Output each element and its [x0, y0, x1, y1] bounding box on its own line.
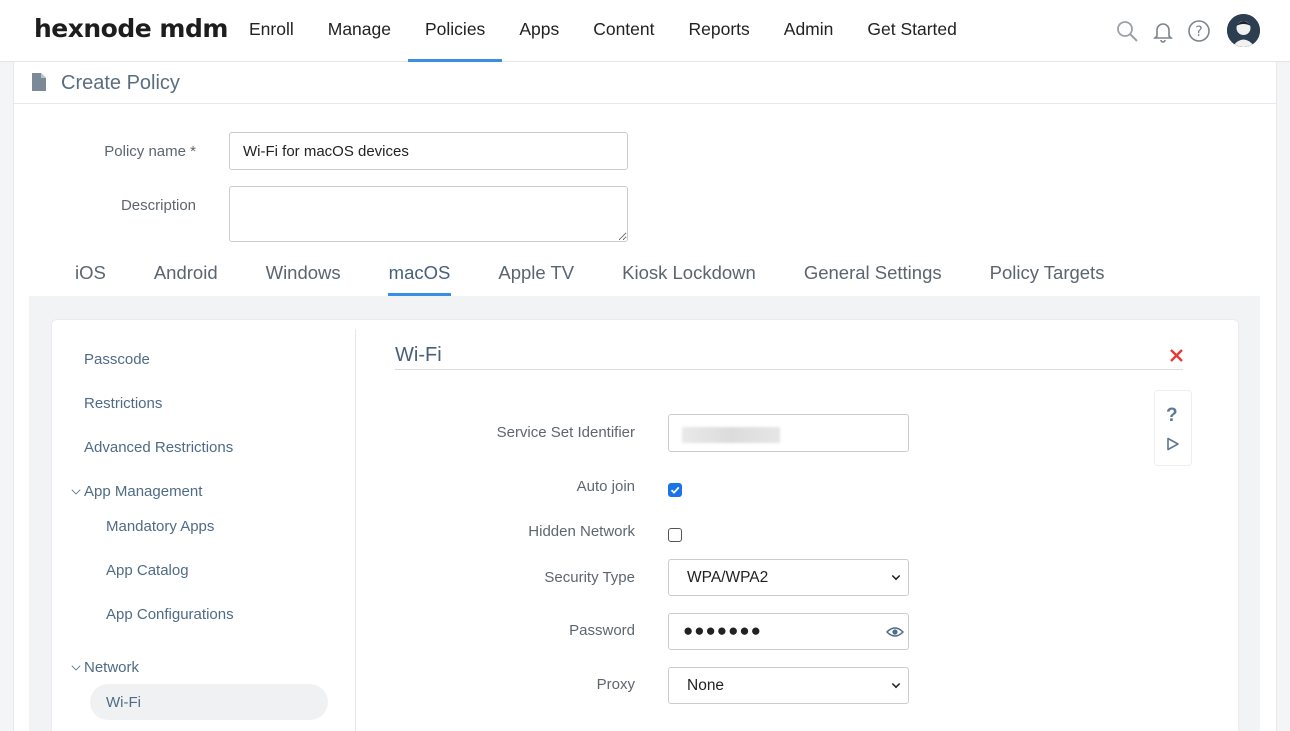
helper-panel: ? [1154, 390, 1192, 466]
security-type-value: WPA/WPA2 [687, 568, 769, 586]
tab-policy-targets[interactable]: Policy Targets [989, 262, 1106, 296]
sidebar-group-label: Network [84, 659, 140, 676]
password-input[interactable]: ●●●●●●● [668, 613, 909, 650]
security-type-label: Security Type [544, 569, 635, 586]
sidebar-item-app-catalog[interactable]: App Catalog [106, 562, 189, 579]
nav-content[interactable]: Content [576, 0, 671, 62]
nav-get-started[interactable]: Get Started [850, 0, 974, 62]
tab-android[interactable]: Android [153, 262, 219, 296]
description-textarea[interactable] [229, 186, 628, 242]
nav-policies[interactable]: Policies [408, 0, 503, 62]
platform-tabs: iOS Android Windows macOS Apple TV Kiosk… [74, 262, 1151, 297]
help-question-icon[interactable]: ? [1166, 405, 1178, 427]
hexnode-logo[interactable]: hexnode mdm [34, 14, 228, 43]
section-divider [395, 369, 1183, 370]
page-header: Create Policy [14, 62, 1276, 104]
ssid-label: Service Set Identifier [496, 424, 635, 441]
nav-manage[interactable]: Manage [311, 0, 408, 62]
description-label: Description [120, 197, 196, 214]
header-icons: ? [1115, 14, 1260, 47]
tab-macos[interactable]: macOS [387, 262, 452, 296]
sidebar-item-wifi[interactable]: Wi-Fi [106, 694, 141, 711]
chevron-down-icon [891, 679, 901, 689]
auto-join-label: Auto join [576, 478, 635, 495]
proxy-select[interactable]: None [668, 667, 909, 704]
document-icon [30, 72, 48, 97]
search-icon[interactable] [1115, 19, 1139, 43]
nav-reports[interactable]: Reports [672, 0, 767, 62]
security-type-select[interactable]: WPA/WPA2 [668, 559, 909, 596]
tab-general-settings[interactable]: General Settings [803, 262, 943, 296]
help-icon[interactable]: ? [1187, 19, 1211, 43]
tab-apple-tv[interactable]: Apple TV [497, 262, 575, 296]
tab-kiosk-lockdown[interactable]: Kiosk Lockdown [621, 262, 757, 296]
sidebar-item-advanced-restrictions[interactable]: Advanced Restrictions [84, 439, 233, 456]
password-masked-value: ●●●●●●● [683, 621, 762, 640]
policy-name-input[interactable] [229, 132, 628, 170]
chevron-down-icon [71, 484, 81, 495]
main-nav: Enroll Manage Policies Apps Content Repo… [232, 0, 974, 62]
policy-settings-card [51, 319, 1239, 731]
sidebar-item-restrictions[interactable]: Restrictions [84, 395, 162, 412]
sidebar-item-app-configurations[interactable]: App Configurations [106, 606, 234, 623]
hidden-network-checkbox[interactable] [668, 528, 682, 542]
chevron-down-icon [891, 571, 901, 581]
proxy-label: Proxy [596, 676, 635, 693]
eye-icon[interactable] [885, 625, 905, 644]
close-icon[interactable] [1168, 346, 1186, 364]
nav-enroll[interactable]: Enroll [232, 0, 311, 62]
sidebar-group-label: App Management [84, 483, 203, 500]
hidden-network-label: Hidden Network [528, 523, 635, 540]
chevron-down-icon [71, 660, 81, 671]
ssid-input[interactable] [668, 414, 909, 452]
play-icon[interactable] [1166, 437, 1180, 456]
top-navbar: hexnode mdm Enroll Manage Policies Apps … [0, 0, 1290, 62]
auto-join-checkbox[interactable] [668, 483, 682, 497]
policy-name-label: Policy name * [104, 143, 196, 160]
tab-ios[interactable]: iOS [74, 262, 107, 296]
tab-windows[interactable]: Windows [265, 262, 342, 296]
sidebar-item-passcode[interactable]: Passcode [84, 351, 150, 368]
ssid-redacted-value [682, 427, 780, 443]
avatar[interactable] [1227, 14, 1260, 47]
sidebar-group-app-management[interactable]: App Management [71, 483, 203, 500]
proxy-value: None [687, 676, 725, 694]
password-label: Password [569, 622, 635, 639]
section-title: Wi-Fi [395, 344, 442, 366]
nav-admin[interactable]: Admin [767, 0, 851, 62]
nav-apps[interactable]: Apps [502, 0, 576, 62]
svg-text:?: ? [1195, 24, 1202, 40]
page-title: Create Policy [61, 72, 180, 94]
sidebar-item-mandatory-apps[interactable]: Mandatory Apps [106, 518, 214, 535]
bell-icon[interactable] [1151, 19, 1175, 43]
sidebar-group-network[interactable]: Network [71, 659, 140, 676]
